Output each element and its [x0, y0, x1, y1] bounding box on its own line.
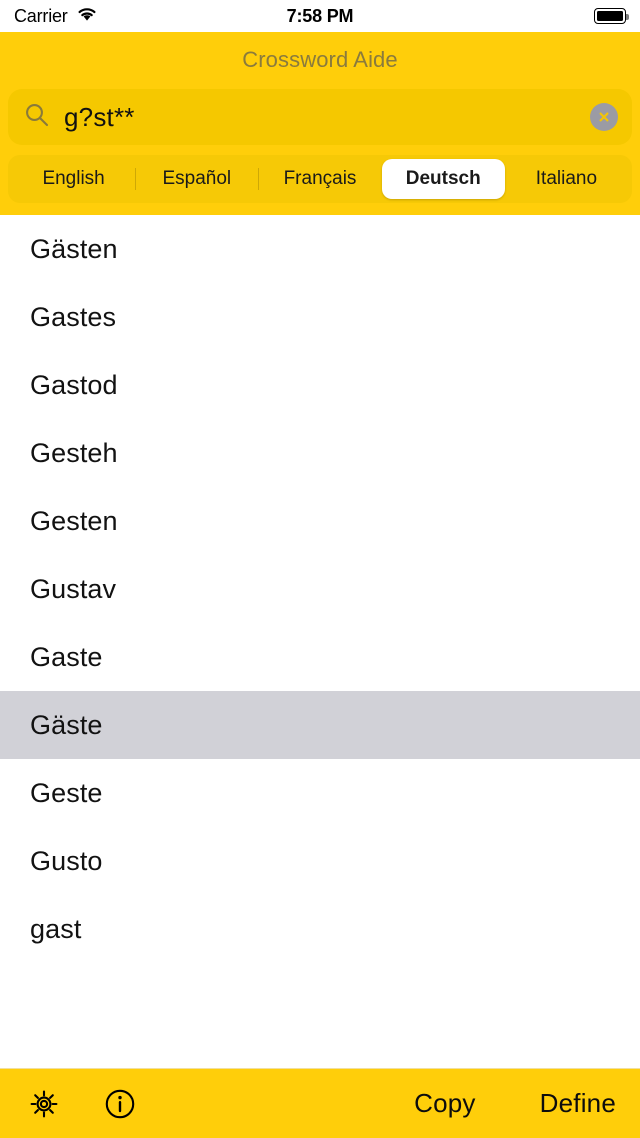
status-bar-left: Carrier [14, 5, 98, 27]
language-segmented-control[interactable]: English Español Français Deutsch Italian… [8, 155, 632, 203]
list-item-label: gast [30, 913, 82, 944]
list-item-label: Gaste [30, 641, 103, 672]
tab-deutsch-label: Deutsch [405, 168, 481, 189]
list-item-label: Gesteh [30, 437, 118, 468]
list-item-label: Gästen [30, 233, 118, 264]
list-item-label: Gustav [30, 573, 117, 604]
search-icon [24, 102, 50, 133]
language-tabs-container: English Español Français Deutsch Italian… [0, 155, 640, 215]
tab-italiano-label: Italiano [535, 168, 598, 189]
title-bar: Crossword Aide [0, 32, 640, 87]
battery-level-fill [596, 10, 624, 22]
search-bar-container: g?st** [0, 87, 640, 155]
tab-espanol[interactable]: Español [135, 159, 258, 199]
list-item-label: Gesten [30, 505, 118, 536]
tab-italiano[interactable]: Italiano [505, 159, 628, 199]
list-item-label: Gastod [30, 369, 118, 400]
info-circle-icon[interactable] [100, 1084, 140, 1124]
list-item[interactable]: Gästen [0, 215, 640, 283]
list-item-label: Geste [30, 777, 103, 808]
list-item[interactable]: Gesten [0, 487, 640, 555]
clear-search-icon[interactable] [590, 103, 618, 131]
list-item[interactable]: Gastes [0, 283, 640, 351]
tab-espanol-label: Español [162, 168, 232, 189]
tab-english[interactable]: English [12, 159, 135, 199]
list-item[interactable]: Gaste [0, 623, 640, 691]
list-item[interactable]: Gesteh [0, 419, 640, 487]
gear-icon[interactable] [24, 1084, 64, 1124]
status-bar-right [594, 8, 629, 24]
list-item[interactable]: gast [0, 895, 640, 963]
app-header: Crossword Aide g?st** [0, 32, 640, 155]
carrier-label: Carrier [14, 5, 68, 26]
list-item-label: Gusto [30, 845, 103, 876]
tab-deutsch[interactable]: Deutsch [381, 159, 505, 199]
list-item[interactable]: Gastod [0, 351, 640, 419]
list-item[interactable]: Gustav [0, 555, 640, 623]
page-title: Crossword Aide [242, 46, 398, 72]
tab-francais-label: Français [283, 168, 357, 189]
copy-button[interactable]: Copy [414, 1088, 476, 1119]
search-input-value: g?st** [64, 102, 135, 132]
list-item[interactable]: Geste [0, 759, 640, 827]
search-input[interactable]: g?st** [8, 89, 632, 145]
list-item[interactable]: Gusto [0, 827, 640, 895]
tab-english-label: English [42, 168, 105, 189]
list-item-selected[interactable]: Gäste [0, 691, 640, 759]
list-item-label: Gastes [30, 301, 117, 332]
list-item-label: Gäste [30, 709, 103, 740]
wifi-icon [76, 5, 98, 27]
results-list[interactable]: Gästen Gastes Gastod Gesteh Gesten Gusta… [0, 215, 640, 1068]
bottom-toolbar: Copy Define [0, 1068, 640, 1138]
app-screen: Carrier 7:58 PM Crossword Aide g?st** En… [0, 0, 640, 1138]
battery-icon [594, 8, 629, 24]
status-bar: Carrier 7:58 PM [0, 0, 640, 32]
tab-francais[interactable]: Français [258, 159, 381, 199]
define-button[interactable]: Define [540, 1088, 616, 1119]
